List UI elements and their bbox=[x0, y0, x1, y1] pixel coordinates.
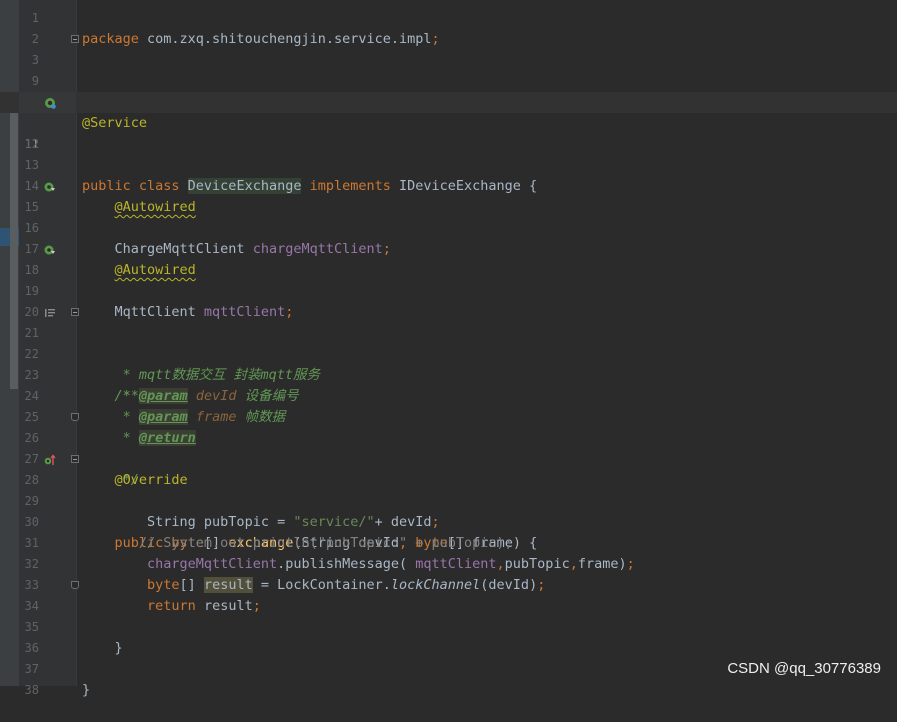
render-doc-icon[interactable] bbox=[44, 307, 56, 319]
code-line-current[interactable]: 11 public class DeviceExchange implement… bbox=[0, 92, 897, 194]
code-line[interactable]: 25 * @return bbox=[0, 386, 897, 446]
code-line[interactable]: 21 /** bbox=[0, 302, 897, 404]
code-line[interactable]: 22 * mqtt数据交互 封装mqtt服务 bbox=[0, 323, 897, 383]
bean-autowired-icon[interactable] bbox=[44, 244, 56, 256]
code-line[interactable]: 19 bbox=[0, 260, 897, 298]
fold-end-icon[interactable] bbox=[71, 581, 79, 589]
bean-class-icon[interactable] bbox=[44, 97, 56, 109]
code-line[interactable]: 13 bbox=[0, 134, 897, 172]
code-line[interactable]: 9 bbox=[0, 50, 897, 88]
code-text: } bbox=[82, 682, 91, 698]
code-line[interactable]: 33 return result; bbox=[0, 554, 897, 614]
code-line[interactable]: 28 public byte[] exchange(String devId, … bbox=[0, 449, 897, 551]
code-line[interactable]: 36 bbox=[0, 617, 897, 655]
code-line[interactable]: 32 byte[] result = LockContainer.lockCha… bbox=[0, 533, 897, 593]
code-line[interactable]: 37 } bbox=[0, 638, 897, 698]
override-method-icon[interactable] bbox=[44, 454, 56, 466]
code-line[interactable]: 31 chargeMqttClient.publishMessage( mqtt… bbox=[0, 512, 897, 572]
code-line[interactable]: 15 ChargeMqttClient chargeMqttClient; bbox=[0, 176, 897, 257]
code-line[interactable]: 26 */ bbox=[0, 407, 897, 488]
code-line[interactable]: 18 MqttClient mqttClient; bbox=[0, 239, 897, 320]
code-line[interactable]: 20 bbox=[0, 281, 897, 319]
code-line[interactable]: 3 import ... bbox=[0, 29, 897, 111]
fold-collapse-icon[interactable] bbox=[71, 308, 79, 316]
code-line[interactable]: 14 @Autowired bbox=[0, 155, 897, 215]
fold-collapse-icon[interactable] bbox=[71, 35, 79, 43]
watermark: CSDN @qq_30776389 bbox=[727, 660, 881, 677]
code-line[interactable]: 12 bbox=[0, 113, 897, 151]
code-line[interactable]: 10 @Service bbox=[0, 71, 897, 131]
code-line[interactable]: 29 String pubTopic = "service/"+ devId; bbox=[0, 470, 897, 530]
code-line[interactable]: 2 bbox=[0, 8, 897, 46]
fold-collapse-icon[interactable] bbox=[71, 455, 79, 463]
bean-autowired-icon[interactable] bbox=[44, 181, 56, 193]
code-line[interactable]: 17 @Autowired bbox=[0, 218, 897, 278]
code-line[interactable]: 35 bbox=[0, 596, 897, 634]
fold-end-icon[interactable] bbox=[71, 413, 79, 421]
code-line[interactable]: 16 bbox=[0, 197, 897, 235]
code-line[interactable]: 23 * @param devId 设备编号 bbox=[0, 344, 897, 404]
code-editor[interactable]: 1 package com.zxq.shitouchengjin.service… bbox=[0, 0, 897, 698]
code-line[interactable]: 30 // System.out.println("pubTopic:" + p… bbox=[0, 491, 897, 551]
line-number: 38 bbox=[24, 683, 39, 697]
code-line[interactable]: 34 } bbox=[0, 575, 897, 656]
code-line[interactable]: 27 @Override bbox=[0, 428, 897, 488]
code-line[interactable]: 1 package com.zxq.shitouchengjin.service… bbox=[0, 0, 897, 47]
code-line[interactable]: 24 * @param frame 帧数据 bbox=[0, 365, 897, 425]
